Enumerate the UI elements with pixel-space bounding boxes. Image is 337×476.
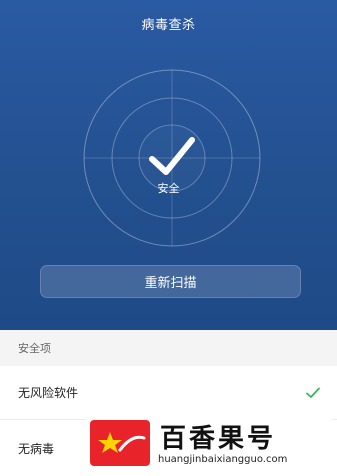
list-item-label: 无病毒 <box>18 441 55 456</box>
rescan-button[interactable]: 重新扫描 <box>40 265 301 298</box>
radar-graphic <box>83 69 261 247</box>
brand-logo-icon <box>90 420 150 466</box>
watermark-url: huangjinbaixiangguo.com <box>158 454 288 465</box>
watermark-brand: 百香果号 <box>160 424 277 454</box>
section-header: 安全项 <box>0 330 337 366</box>
scan-hero-panel: 病毒查杀 安全 重新扫描 <box>0 0 337 330</box>
green-check-icon <box>306 387 320 398</box>
section-title: 安全项 <box>18 342 51 355</box>
page-title: 病毒查杀 <box>141 18 196 33</box>
list-item[interactable]: 无风险软件 <box>0 366 337 420</box>
status-label: 安全 <box>157 182 180 195</box>
list-item-label: 无风险软件 <box>18 386 79 400</box>
watermark: 百香果号 huangjinbaixiangguo.com <box>86 414 332 472</box>
